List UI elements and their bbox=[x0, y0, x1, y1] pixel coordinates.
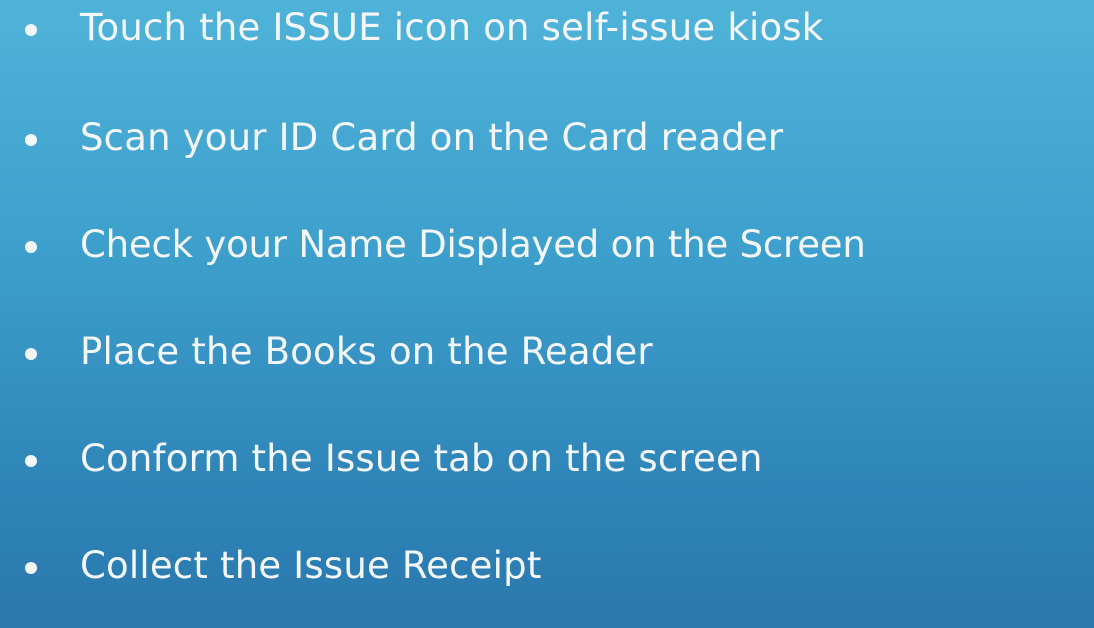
bullet-icon bbox=[25, 134, 37, 146]
list-item: Place the Books on the Reader bbox=[0, 326, 1094, 382]
step-text: Collect the Issue Receipt bbox=[80, 544, 542, 587]
list-item: Conform the Issue tab on the screen bbox=[0, 433, 1094, 489]
bullet-icon bbox=[25, 24, 37, 36]
list-item: Scan your ID Card on the Card reader bbox=[0, 112, 1094, 168]
slide: Touch the ISSUE icon on self-issue kiosk… bbox=[0, 0, 1094, 628]
list-item: Collect the Issue Receipt bbox=[0, 540, 1094, 596]
list-item: Check your Name Displayed on the Screen bbox=[0, 219, 1094, 275]
bullet-icon bbox=[25, 348, 37, 360]
bullet-icon bbox=[25, 562, 37, 574]
step-text: Touch the ISSUE icon on self-issue kiosk bbox=[80, 6, 824, 49]
step-text: Check your Name Displayed on the Screen bbox=[80, 223, 866, 266]
step-text: Scan your ID Card on the Card reader bbox=[80, 116, 784, 159]
step-text: Place the Books on the Reader bbox=[80, 330, 653, 373]
bullet-icon bbox=[25, 455, 37, 467]
bullet-icon bbox=[25, 241, 37, 253]
list-item: Touch the ISSUE icon on self-issue kiosk bbox=[0, 2, 1094, 58]
step-text: Conform the Issue tab on the screen bbox=[80, 437, 763, 480]
